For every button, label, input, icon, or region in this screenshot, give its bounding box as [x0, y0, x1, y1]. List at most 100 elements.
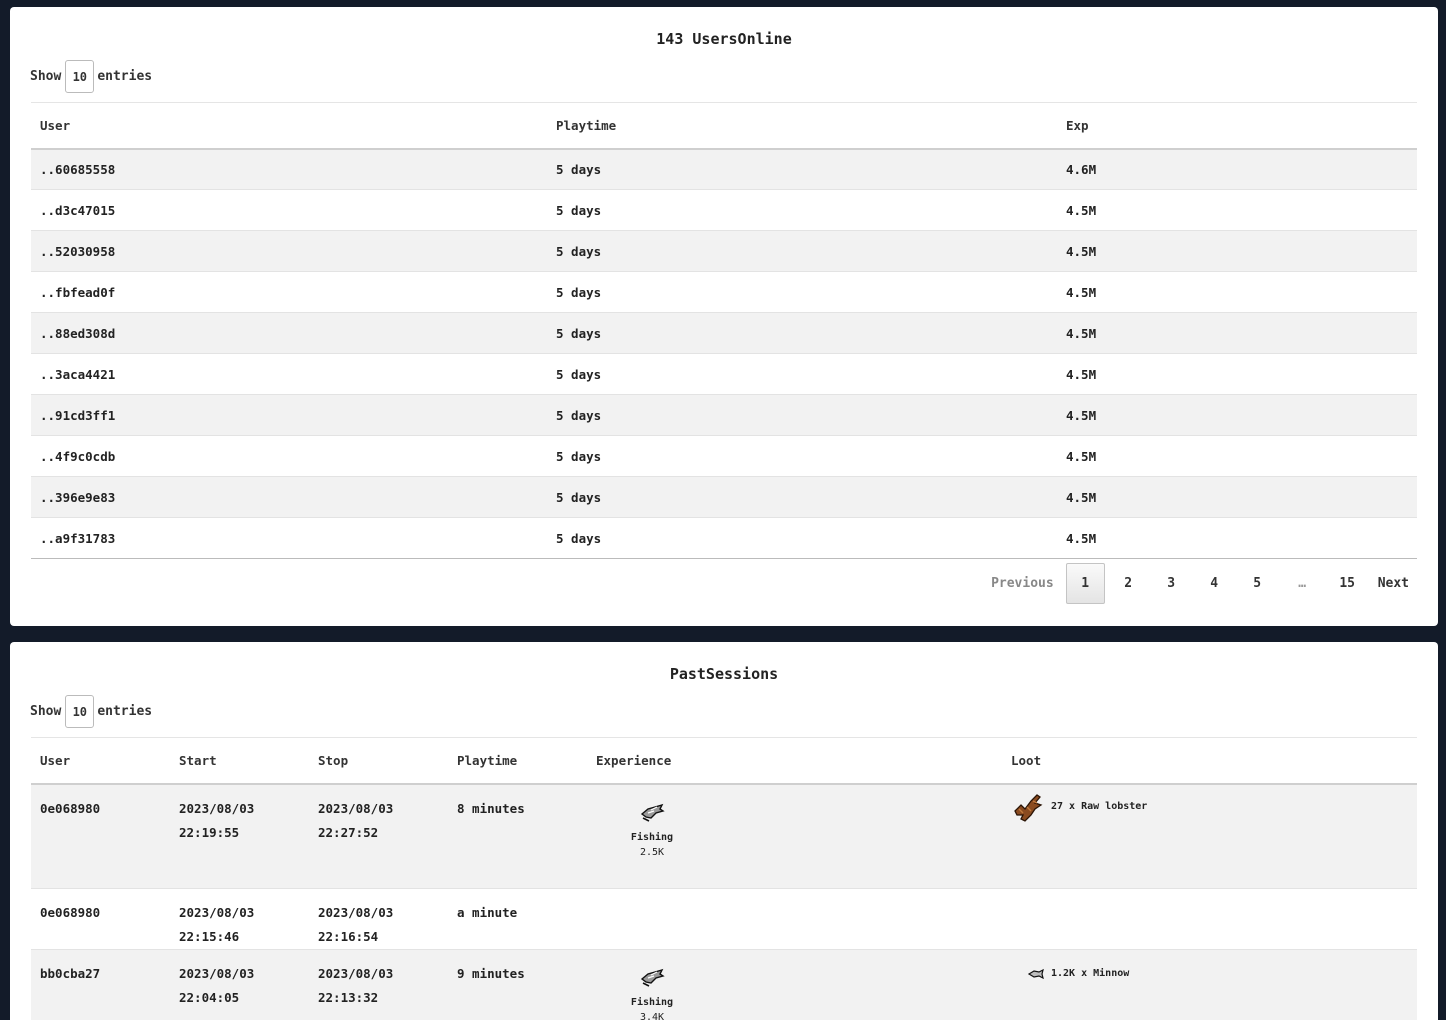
- stop-cell: 2023/08/03 22:16:54: [309, 888, 448, 950]
- playtime-cell: 5 days: [547, 517, 1057, 559]
- column-header-user[interactable]: User: [31, 102, 547, 150]
- table-row: ..4f9c0cdb 5 days 4.5M: [31, 435, 1417, 477]
- user-cell: ..396e9e83: [31, 476, 547, 518]
- table-row: ..d3c47015 5 days 4.5M: [31, 189, 1417, 231]
- fishing-icon: [640, 968, 665, 987]
- playtime-cell: 9 minutes: [448, 949, 587, 1020]
- past-sessions-panel: PastSessions Show 10 entries User Start …: [10, 642, 1438, 1020]
- table-row: ..fbfead0f 5 days 4.5M: [31, 271, 1417, 313]
- online-pagination: Previous 1 2 3 4 5 … 15 Next: [981, 563, 1418, 604]
- table-row: ..91cd3ff1 5 days 4.5M: [31, 394, 1417, 436]
- start-cell: 2023/08/03 22:04:05: [170, 949, 309, 1020]
- column-header-stop[interactable]: Stop: [309, 737, 448, 785]
- table-row: ..88ed308d 5 days 4.5M: [31, 312, 1417, 354]
- table-row: ..60685558 5 days 4.6M: [31, 148, 1417, 190]
- online-entries-select[interactable]: 10: [65, 60, 95, 93]
- start-cell: 2023/08/03 22:15:46: [170, 888, 309, 950]
- online-show-label: Show: [30, 69, 62, 84]
- exp-cell: 4.5M: [1057, 230, 1417, 272]
- xp-skill-name: Fishing: [630, 831, 674, 843]
- table-header-row: User Playtime Exp: [31, 102, 1417, 150]
- loot-cell: 1.2K x Minnow: [1002, 949, 1417, 1020]
- user-cell: ..91cd3ff1: [31, 394, 547, 436]
- column-header-experience[interactable]: Experience: [587, 737, 1002, 785]
- table-row: 0e068980 2023/08/03 22:19:55 2023/08/03 …: [31, 783, 1417, 889]
- raw-lobster-icon: [1014, 793, 1043, 822]
- online-length-control: Show 10 entries: [30, 60, 152, 93]
- previous-page-button[interactable]: Previous: [981, 563, 1064, 604]
- table-row: bb0cba27 2023/08/03 22:04:05 2023/08/03 …: [31, 949, 1417, 1020]
- experience-cell: [587, 888, 1002, 950]
- user-cell: 0e068980: [31, 783, 170, 889]
- playtime-cell: 5 days: [547, 148, 1057, 190]
- loot-item: 27 x Raw lobster: [1011, 791, 1408, 823]
- playtime-cell: 5 days: [547, 312, 1057, 354]
- online-entries-label: entries: [97, 69, 153, 84]
- start-cell: 2023/08/03 22:19:55: [170, 783, 309, 889]
- column-header-user[interactable]: User: [31, 737, 170, 785]
- page-button-4[interactable]: 4: [1193, 563, 1236, 604]
- user-cell: ..fbfead0f: [31, 271, 547, 313]
- exp-cell: 4.5M: [1057, 312, 1417, 354]
- sessions-entries-select[interactable]: 10: [65, 695, 95, 728]
- user-cell: ..4f9c0cdb: [31, 435, 547, 477]
- column-header-playtime[interactable]: Playtime: [448, 737, 587, 785]
- exp-cell: 4.5M: [1057, 353, 1417, 395]
- minnow-icon: [1027, 968, 1044, 980]
- column-header-playtime[interactable]: Playtime: [547, 102, 1057, 150]
- table-row: 0e068980 2023/08/03 22:15:46 2023/08/03 …: [31, 888, 1417, 950]
- exp-cell: 4.5M: [1057, 189, 1417, 231]
- experience-cell: Fishing 2.5K: [587, 783, 1002, 889]
- sessions-length-control: Show 10 entries: [30, 695, 152, 728]
- exp-cell: 4.5M: [1057, 517, 1417, 559]
- loot-text: 27 x Raw lobster: [1051, 800, 1148, 812]
- sessions-show-label: Show: [30, 704, 62, 719]
- playtime-cell: 5 days: [547, 189, 1057, 231]
- table-row: ..52030958 5 days 4.5M: [31, 230, 1417, 272]
- exp-cell: 4.6M: [1057, 148, 1417, 190]
- page-button-15[interactable]: 15: [1326, 563, 1369, 604]
- column-header-start[interactable]: Start: [170, 737, 309, 785]
- page-button-3[interactable]: 3: [1150, 563, 1193, 604]
- user-cell: ..88ed308d: [31, 312, 547, 354]
- xp-entry: Fishing 2.5K: [624, 801, 680, 859]
- loot-cell: 27 x Raw lobster: [1002, 783, 1417, 889]
- page-button-5[interactable]: 5: [1236, 563, 1279, 604]
- exp-cell: 4.5M: [1057, 435, 1417, 477]
- exp-cell: 4.5M: [1057, 476, 1417, 518]
- page-button-2[interactable]: 2: [1107, 563, 1150, 604]
- user-cell: ..3aca4421: [31, 353, 547, 395]
- playtime-cell: 5 days: [547, 394, 1057, 436]
- playtime-cell: 5 days: [547, 230, 1057, 272]
- pagination-ellipsis: …: [1298, 576, 1307, 591]
- stop-cell: 2023/08/03 22:13:32: [309, 949, 448, 1020]
- playtime-cell: a minute: [448, 888, 587, 950]
- table-row: ..3aca4421 5 days 4.5M: [31, 353, 1417, 395]
- table-header-row: User Start Stop Playtime Experience Loot: [31, 737, 1417, 785]
- playtime-cell: 8 minutes: [448, 783, 587, 889]
- sessions-entries-label: entries: [97, 704, 153, 719]
- users-online-table: User Playtime Exp ..60685558 5 days 4.6M…: [31, 102, 1417, 559]
- experience-cell: Fishing 3.4K: [587, 949, 1002, 1020]
- next-page-button[interactable]: Next: [1369, 563, 1418, 604]
- playtime-cell: 5 days: [547, 435, 1057, 477]
- xp-skill-name: Fishing: [630, 997, 674, 1008]
- user-cell: ..52030958: [31, 230, 547, 272]
- column-header-loot[interactable]: Loot: [1002, 737, 1417, 785]
- exp-cell: 4.5M: [1057, 394, 1417, 436]
- user-cell: ..60685558: [31, 148, 547, 190]
- loot-text: 1.2K x Minnow: [1051, 968, 1130, 979]
- xp-amount: 3.4K: [639, 1012, 665, 1020]
- exp-cell: 4.5M: [1057, 271, 1417, 313]
- xp-amount: 2.5K: [639, 846, 665, 858]
- user-cell: ..d3c47015: [31, 189, 547, 231]
- table-row: ..396e9e83 5 days 4.5M: [31, 476, 1417, 518]
- user-cell: bb0cba27: [31, 949, 170, 1020]
- users-online-panel: 143 UsersOnline Show 10 entries User Pla…: [10, 7, 1438, 626]
- page-button-1[interactable]: 1: [1065, 563, 1105, 604]
- stop-cell: 2023/08/03 22:27:52: [309, 783, 448, 889]
- playtime-cell: 5 days: [547, 271, 1057, 313]
- users-online-title: 143 UsersOnline: [656, 30, 792, 48]
- column-header-exp[interactable]: Exp: [1057, 102, 1417, 150]
- playtime-cell: 5 days: [547, 476, 1057, 518]
